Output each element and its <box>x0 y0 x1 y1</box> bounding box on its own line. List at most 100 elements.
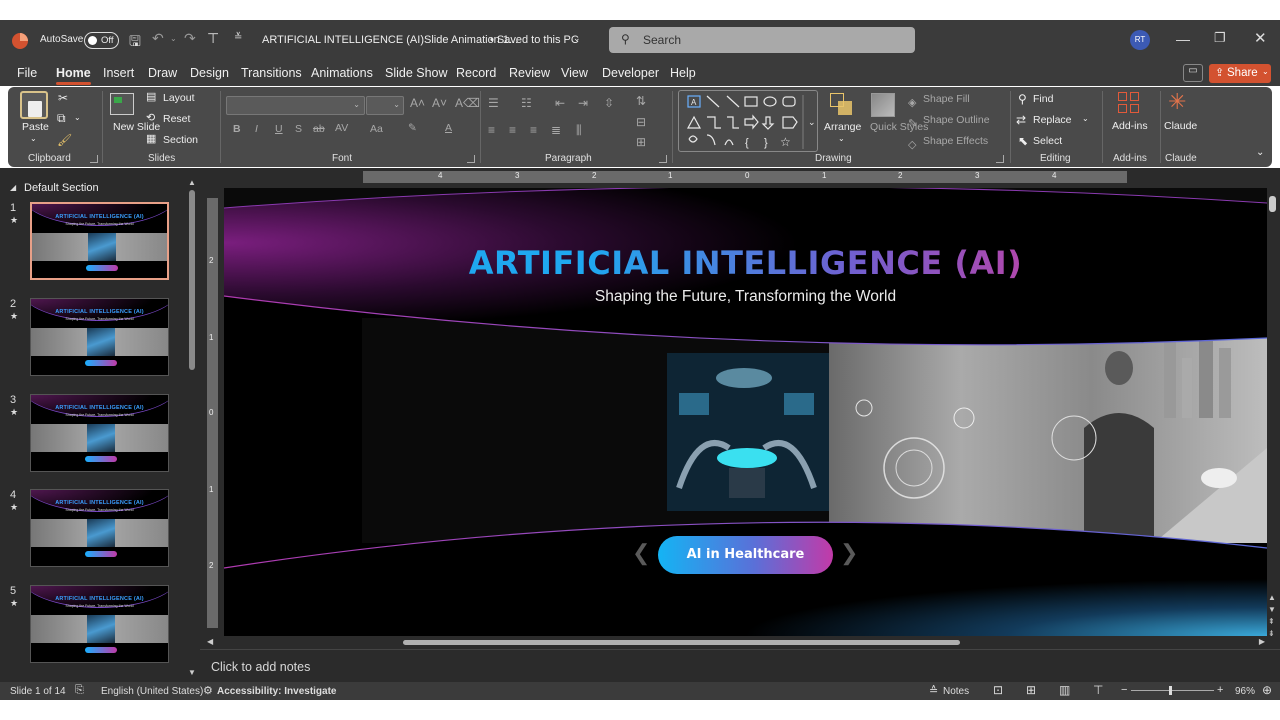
reset-icon[interactable]: ⟲ <box>146 111 155 124</box>
replace-chevron-icon[interactable]: ⌄ <box>1082 114 1089 123</box>
arrange-icon[interactable] <box>830 93 854 117</box>
drawing-launcher-icon[interactable] <box>996 155 1004 163</box>
notes-placeholder[interactable]: Click to add notes <box>211 660 310 674</box>
accessibility-status[interactable]: Accessibility: Investigate <box>217 686 337 697</box>
paste-icon[interactable] <box>20 91 48 119</box>
tab-transitions[interactable]: Transitions <box>241 66 302 80</box>
font-color-icon[interactable]: A <box>445 122 452 134</box>
tab-insert[interactable]: Insert <box>103 66 134 80</box>
tab-home[interactable]: Home <box>56 66 91 85</box>
ai-in-healthcare-button[interactable]: AI in Healthcare <box>658 536 833 574</box>
decrease-indent-icon[interactable]: ⇤ <box>555 96 565 110</box>
tab-record[interactable]: Record <box>456 66 496 80</box>
user-avatar[interactable]: RT <box>1130 30 1150 50</box>
zoom-slider[interactable] <box>1131 686 1214 695</box>
tab-animations[interactable]: Animations <box>311 66 373 80</box>
shape-outline-button[interactable]: Shape Outline <box>923 114 990 126</box>
char-spacing-icon[interactable]: AV <box>335 122 348 134</box>
notes-pane[interactable]: Click to add notes <box>200 649 1280 682</box>
numbering-icon[interactable]: ☷ <box>521 96 532 110</box>
arrange-label[interactable]: Arrange <box>824 121 861 133</box>
share-button[interactable]: ⇪ Share ⌄ <box>1209 64 1271 83</box>
tab-help[interactable]: Help <box>670 66 696 80</box>
font-name-input[interactable]: ⌄ <box>226 96 365 115</box>
find-icon[interactable]: ⚲ <box>1018 92 1027 106</box>
slide-counter[interactable]: Slide 1 of 14 <box>10 686 66 697</box>
clear-format-icon[interactable]: A⌫ <box>455 96 480 110</box>
undo-icon[interactable]: ↶ <box>152 30 164 47</box>
tab-review[interactable]: Review <box>509 66 550 80</box>
align-left-icon[interactable]: ≡ <box>488 123 495 137</box>
vertical-ruler[interactable]: 2 1 0 1 2 <box>207 198 218 628</box>
slide-vertical-scrollbar[interactable]: ▲ ▼ ⇞ ⇟ <box>1268 193 1278 638</box>
collapse-ribbon-icon[interactable]: ⌄ <box>1256 147 1264 158</box>
panel-scrollbar[interactable]: ▲ ▼ <box>188 178 196 678</box>
slide-thumbnail[interactable]: ARTIFICIAL INTELLIGENCE (AI) Shaping the … <box>30 202 169 280</box>
save-status-chevron-icon[interactable]: ⌄ <box>573 33 581 44</box>
tab-design[interactable]: Design <box>190 66 229 80</box>
tab-slide-show[interactable]: Slide Show <box>385 66 448 80</box>
section-button[interactable]: Section <box>163 134 198 146</box>
replace-button[interactable]: Replace <box>1033 114 1072 126</box>
tab-file[interactable]: File <box>17 66 37 80</box>
increase-indent-icon[interactable]: ⇥ <box>578 96 588 110</box>
find-button[interactable]: Find <box>1033 93 1053 105</box>
section-collapse-icon[interactable]: ◢ <box>10 183 16 192</box>
close-icon[interactable]: ✕ <box>1254 29 1267 47</box>
align-right-icon[interactable]: ≡ <box>530 123 537 137</box>
slide-title[interactable]: ARTIFICIAL INTELLIGENCE (AI) <box>224 244 1267 282</box>
select-button[interactable]: Select <box>1033 135 1062 147</box>
zoom-out-icon[interactable]: − <box>1121 684 1127 696</box>
slide-subtitle[interactable]: Shaping the Future, Transforming the Wor… <box>224 288 1267 306</box>
search-box[interactable]: ⚲ Search <box>609 27 915 53</box>
comments-icon[interactable]: ▭ <box>1183 64 1203 82</box>
next-arrow-icon[interactable]: ❯ <box>840 540 858 566</box>
slide-thumbnail[interactable]: ARTIFICIAL INTELLIGENCE (AI) Shaping the … <box>30 489 169 567</box>
section-name[interactable]: Default Section <box>24 182 99 194</box>
shape-fill-icon[interactable]: ◈ <box>908 96 916 109</box>
paste-label[interactable]: Paste <box>22 121 49 133</box>
notes-toggle[interactable]: Notes <box>943 686 969 697</box>
document-title[interactable]: ARTIFICIAL INTELLIGENCE (AI)Slide Animat… <box>262 34 518 46</box>
new-slide-icon[interactable] <box>110 93 134 115</box>
italic-icon[interactable]: I <box>255 123 258 135</box>
bullets-icon[interactable]: ☰ <box>488 96 499 110</box>
arrange-chevron-icon[interactable]: ⌄ <box>838 134 845 143</box>
zoom-in-icon[interactable]: + <box>1217 684 1223 696</box>
slide-sorter-icon[interactable]: ⊞ <box>1026 683 1036 697</box>
line-spacing-icon[interactable]: ⇳ <box>604 96 614 110</box>
highlight-icon[interactable]: ✎ <box>408 122 417 134</box>
paste-chevron-icon[interactable]: ⌄ <box>30 134 37 143</box>
smartart-icon[interactable]: ⊞ <box>636 135 646 149</box>
quick-styles-label[interactable]: Quick Styles <box>870 121 928 133</box>
format-painter-icon[interactable]: 🖌 <box>57 133 72 147</box>
underline-icon[interactable]: U <box>275 123 283 135</box>
shapes-gallery[interactable]: A {} ☆ ⌄ <box>678 90 818 152</box>
addins-label[interactable]: Add-ins <box>1112 120 1148 132</box>
select-icon[interactable]: ⬉ <box>1018 134 1028 148</box>
font-launcher-icon[interactable] <box>467 155 475 163</box>
claude-icon[interactable]: ✳ <box>1168 89 1186 115</box>
save-icon[interactable]: 🖫 <box>129 31 141 55</box>
slideshow-view-icon[interactable]: ⊤ <box>1093 683 1103 697</box>
layout-icon[interactable]: ▤ <box>146 90 156 103</box>
customize-toolbar-icon[interactable]: ≚ <box>234 32 242 43</box>
bold-icon[interactable]: B <box>233 123 241 135</box>
decrease-font-icon[interactable]: A˅ <box>432 96 447 110</box>
present-icon[interactable]: ⊤ <box>207 30 219 47</box>
slide-thumbnail[interactable]: ARTIFICIAL INTELLIGENCE (AI) Shaping the … <box>30 585 169 663</box>
text-direction-icon[interactable]: ⇅ <box>636 94 646 108</box>
reset-button[interactable]: Reset <box>163 113 190 125</box>
change-case-icon[interactable]: Aa <box>370 123 383 135</box>
cut-icon[interactable]: ✂ <box>58 91 68 105</box>
font-size-input[interactable]: ⌄ <box>366 96 404 115</box>
fit-to-window-icon[interactable]: ⊕ <box>1262 683 1272 697</box>
slide-thumbnail[interactable]: ARTIFICIAL INTELLIGENCE (AI) Shaping the … <box>30 298 169 376</box>
quick-styles-icon[interactable] <box>871 93 895 117</box>
save-status[interactable]: • Saved to this PC <box>490 34 579 46</box>
section-icon[interactable]: ▦ <box>146 132 156 145</box>
shape-fill-button[interactable]: Shape Fill <box>923 93 970 105</box>
claude-label[interactable]: Claude <box>1164 120 1197 132</box>
redo-icon[interactable]: ↷ <box>184 30 196 47</box>
spelling-icon[interactable]: ⎘ <box>75 684 84 697</box>
